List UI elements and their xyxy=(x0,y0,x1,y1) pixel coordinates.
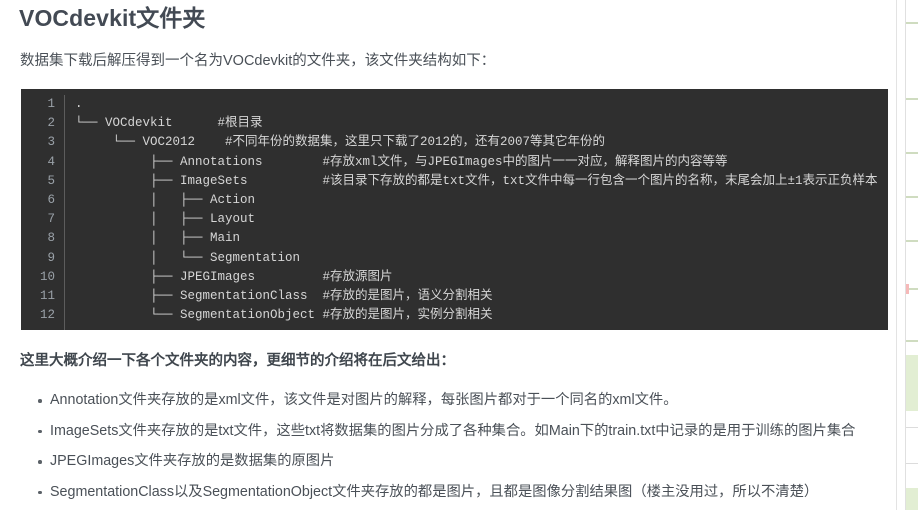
code-line: ├── Annotations #存放xml文件，与JPEGImages中的图片… xyxy=(75,154,728,169)
line-number: 1 xyxy=(47,97,55,111)
line-number: 5 xyxy=(47,173,55,188)
line-number: 6 xyxy=(47,193,55,208)
line-number: 12 xyxy=(39,308,55,323)
code-line: . xyxy=(75,97,83,111)
line-number: 11 xyxy=(39,289,55,304)
list-item: ImageSets文件夹存放的是txt文件，这些txt将数据集的图片分成了各种集… xyxy=(20,416,880,447)
document-minimap-rail[interactable] xyxy=(896,0,918,510)
minimap-change-marker xyxy=(906,284,909,294)
bullet-dot-icon xyxy=(38,460,42,464)
minimap-divider xyxy=(906,427,918,428)
bullet-dot-icon xyxy=(38,399,42,403)
minimap-tick xyxy=(906,340,918,342)
list-item: SegmentationClass以及SegmentationObject文件夹… xyxy=(20,477,880,508)
minimap-tick xyxy=(906,22,918,24)
line-number: 3 xyxy=(47,135,55,150)
minimap-divider xyxy=(906,463,918,464)
minimap-track xyxy=(905,0,906,510)
code-line: │ ├── Action xyxy=(75,193,256,208)
list-item-text: JPEGImages文件夹存放的是数据集的原图片 xyxy=(50,453,335,469)
code-line: │ ├── Main xyxy=(75,231,241,246)
line-number: 4 xyxy=(47,154,55,169)
folder-description-list: Annotation文件夹存放的是xml文件，该文件是对图片的解释，每张图片都对… xyxy=(20,385,880,507)
minimap-highlight-block[interactable] xyxy=(906,355,918,411)
code-line: │ ├── Layout xyxy=(75,212,256,227)
line-number: 7 xyxy=(47,212,55,227)
bullet-dot-icon xyxy=(38,490,42,494)
code-line: ├── SegmentationClass #存放的是图片，语义分割相关 xyxy=(75,289,493,304)
line-number: 9 xyxy=(47,250,55,265)
minimap-tick xyxy=(906,98,918,100)
list-item: Annotation文件夹存放的是xml文件，该文件是对图片的解释，每张图片都对… xyxy=(20,385,880,416)
list-item-text: SegmentationClass以及SegmentationObject文件夹… xyxy=(50,483,819,500)
code-line: ├── ImageSets #该目录下存放的都是txt文件，txt文件中每一行包… xyxy=(75,173,878,188)
minimap-tick xyxy=(906,240,918,242)
code-line: └── VOC2012 #不同年份的数据集，这里只下载了2012的，还有2007… xyxy=(75,135,606,150)
page-title: VOCdevkit文件夹 xyxy=(19,5,206,31)
section-heading: 这里大概介绍一下各个文件夹的内容，更细节的介绍将在后文给出： xyxy=(20,353,455,369)
list-item-text: ImageSets文件夹存放的是txt文件，这些txt将数据集的图片分成了各种集… xyxy=(50,422,856,439)
bullet-dot-icon xyxy=(38,429,42,433)
code-line: │ └── Segmentation xyxy=(75,250,301,265)
intro-paragraph: 数据集下载后解压得到一个名为VOCdevkit的文件夹，该文件夹结构如下： xyxy=(20,53,496,69)
code-line: └── VOCdevkit #根目录 xyxy=(75,116,263,131)
list-item-text: Annotation文件夹存放的是xml文件，该文件是对图片的解释，每张图片都对… xyxy=(50,392,678,408)
line-number: 8 xyxy=(47,231,55,246)
page-root: VOCdevkit文件夹 数据集下载后解压得到一个名为VOCdevkit的文件夹… xyxy=(0,0,918,510)
article-content: VOCdevkit文件夹 数据集下载后解压得到一个名为VOCdevkit的文件夹… xyxy=(0,0,896,510)
code-line: ├── JPEGImages #存放源图片 xyxy=(75,269,393,284)
code-block[interactable]: 1 2 3 4 5 6 7 8 9 10 11 12 . └── VOCdevk… xyxy=(21,89,888,330)
minimap-tick xyxy=(906,152,918,154)
list-item: JPEGImages文件夹存放的是数据集的原图片 xyxy=(20,446,880,477)
code-line-number-gutter: 1 2 3 4 5 6 7 8 9 10 11 12 xyxy=(21,95,65,330)
minimap-highlight-block[interactable] xyxy=(906,488,918,510)
line-number: 10 xyxy=(39,269,55,284)
code-text-area[interactable]: . └── VOCdevkit #根目录 └── VOC2012 #不同年份的数… xyxy=(65,95,888,330)
minimap-tick xyxy=(906,196,918,198)
code-line: └── SegmentationObject #存放的是图片，实例分割相关 xyxy=(75,308,493,323)
line-number: 2 xyxy=(47,116,55,131)
